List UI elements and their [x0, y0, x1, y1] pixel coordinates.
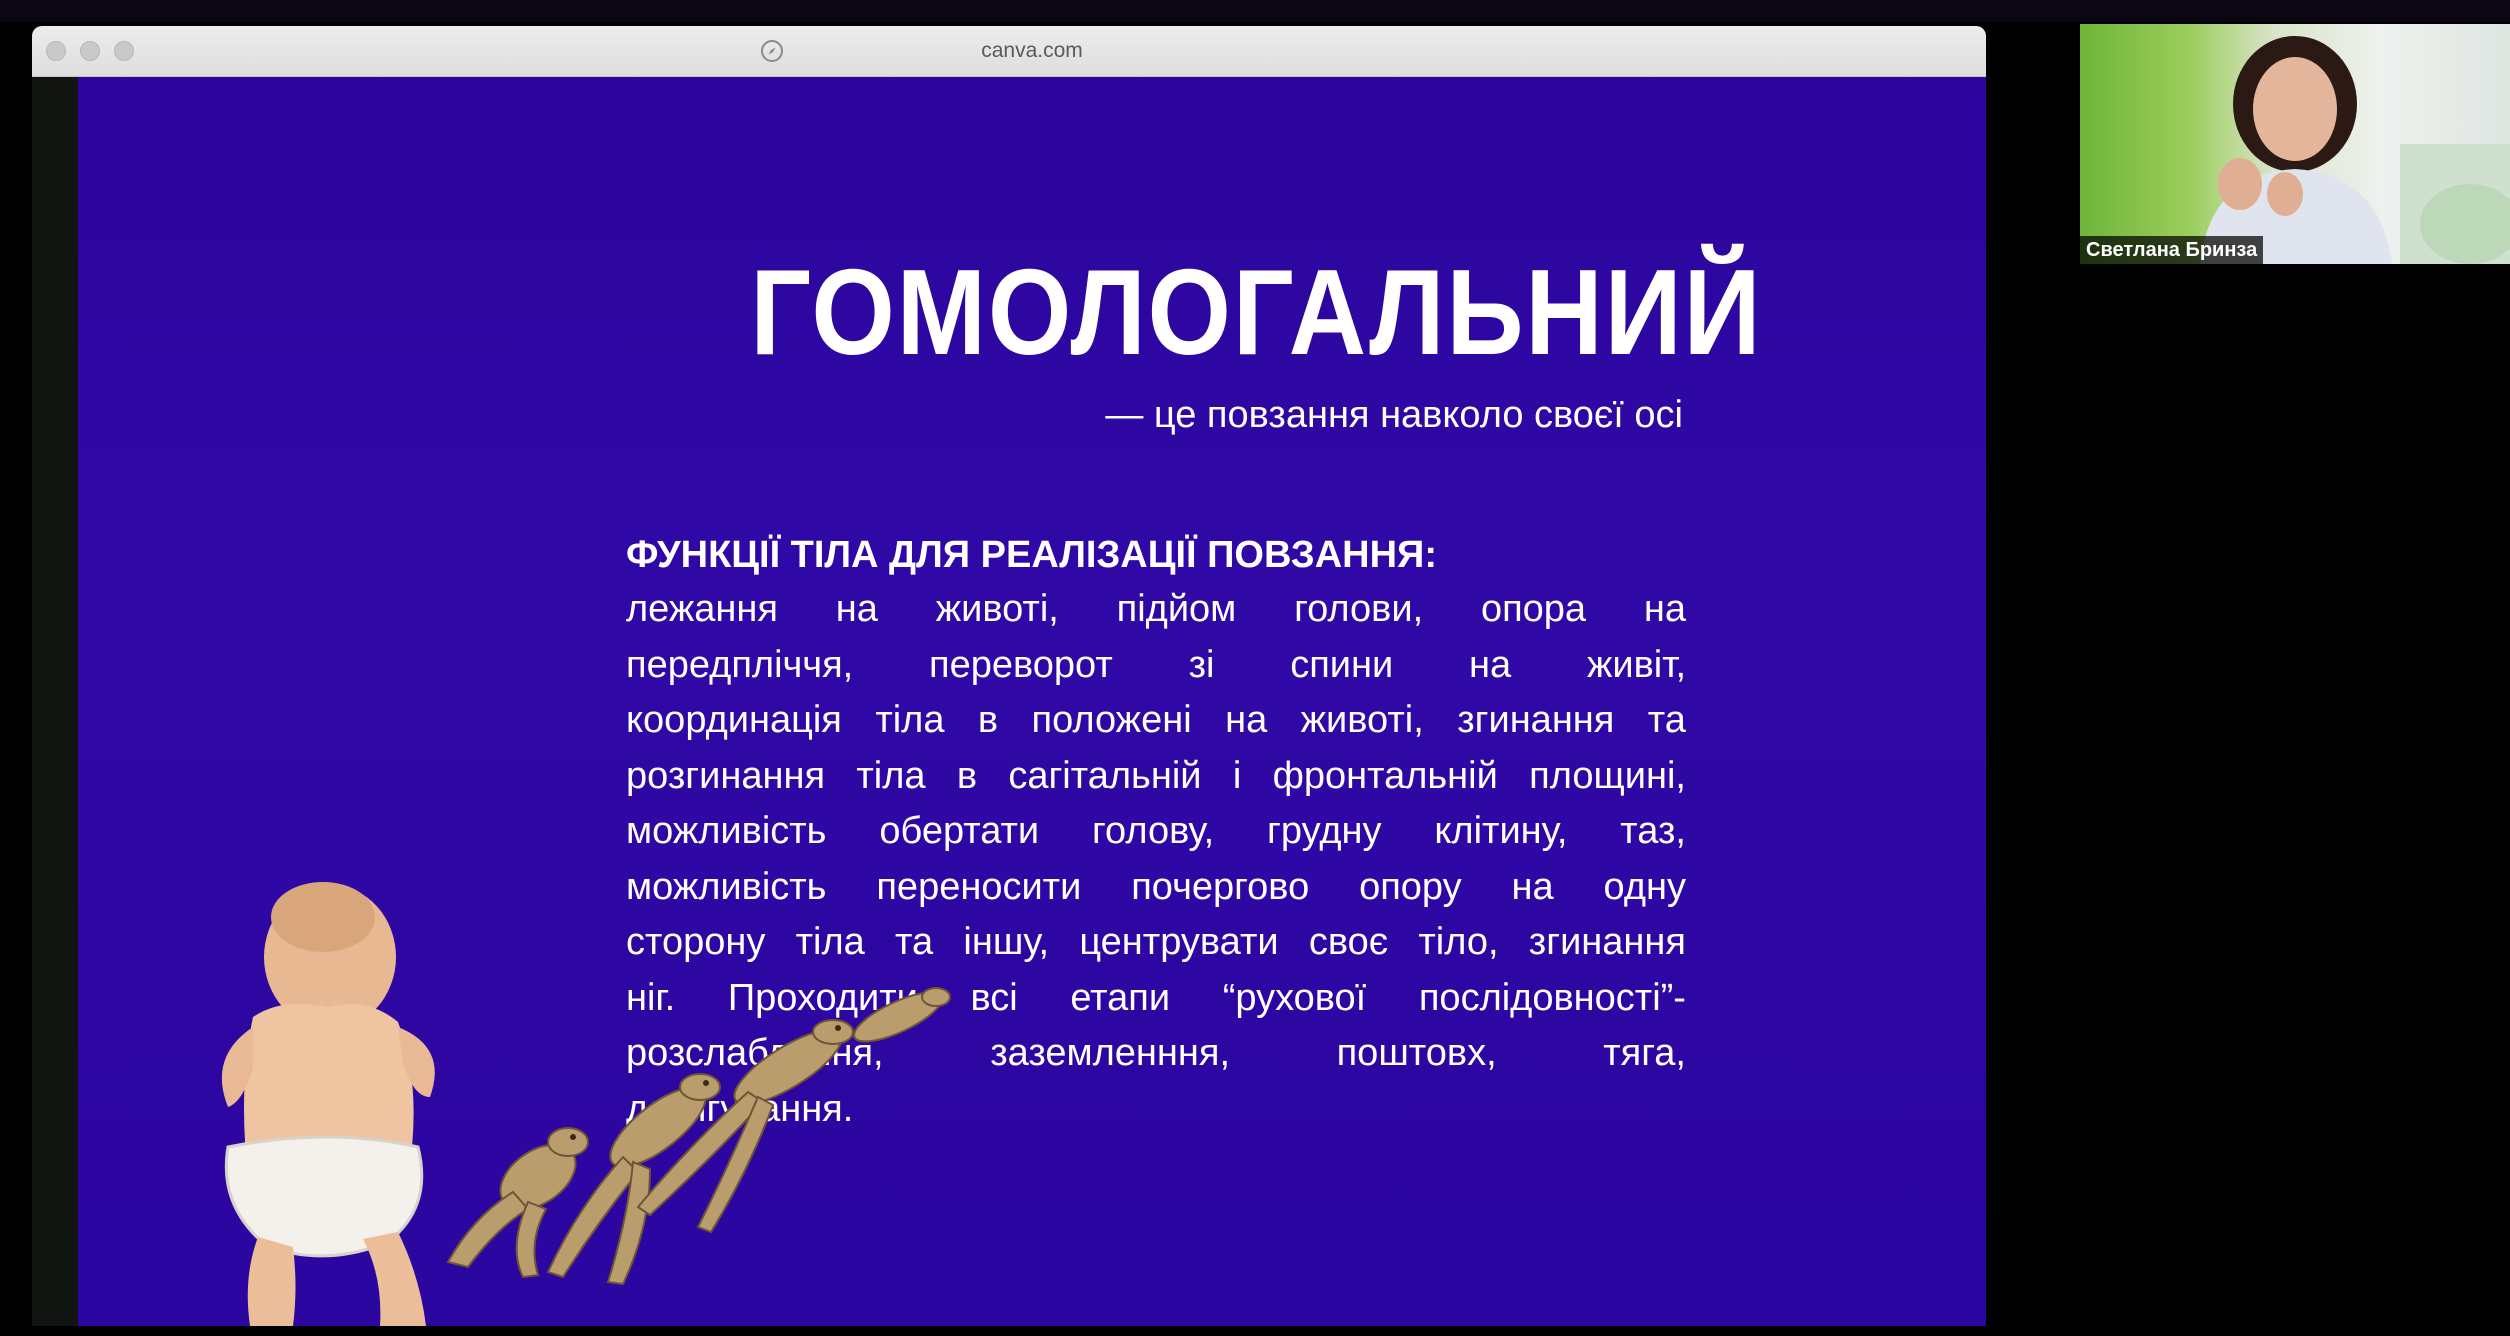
body-text-word: тіло, [1418, 921, 1499, 963]
body-text-line: можливість обертати голову, грудну клітину, т… [626, 804, 1686, 860]
body-text-word: животі, [935, 588, 1059, 630]
body-text-line: можливість переносити почергово опору на одну [626, 860, 1686, 916]
body-text-word: живіт, [1586, 643, 1686, 686]
body-text-word: на [1511, 865, 1554, 908]
body-text-word: згинання [1457, 699, 1615, 741]
body-text-word: на [1469, 643, 1512, 686]
body-text-word: та [895, 921, 934, 963]
body-text-word: на [1643, 588, 1686, 630]
body-text-word: опору [1359, 865, 1462, 908]
body-text-word: почергово [1131, 865, 1310, 908]
body-text-word: фронтальній [1272, 754, 1498, 797]
slide-title: ГОМОЛОГАЛЬНИЙ [750, 244, 1763, 380]
body-text-word: обертати [879, 810, 1040, 852]
body-text-word: клітину, [1434, 810, 1568, 852]
body-text-word: в [956, 754, 977, 797]
body-text-word: спини [1290, 643, 1394, 686]
body-text-word: можливість [626, 865, 827, 908]
body-text-word: на [1225, 699, 1268, 741]
body-text-line: передпліччя, переворот зі спини на живіт, [626, 638, 1686, 694]
body-text-word: животі, [1300, 699, 1424, 741]
slide-heading: ФУНКЦІЇ ТІЛА ДЛЯ РЕАЛІЗАЦІЇ ПОВЗАННЯ: [626, 534, 1437, 576]
body-text-word: поштовх, [1336, 1032, 1497, 1074]
body-text-word: передпліччя, [626, 643, 854, 686]
body-text-word: своє [1308, 921, 1389, 963]
participant-video-image [2200, 36, 2510, 264]
body-text-word: сагітальній [1008, 754, 1202, 797]
leaping-frogs-image [446, 987, 951, 1286]
baby-illustration [221, 882, 435, 1326]
body-text-word: “рухової [1222, 976, 1367, 1019]
body-text-word: розгинання [626, 754, 826, 797]
body-text-word: центрувати [1079, 921, 1279, 963]
body-text-word: переворот [929, 643, 1113, 686]
participant-video-tile[interactable]: Светлана Бринза [2080, 24, 2510, 264]
body-text-word: положені [1031, 699, 1192, 741]
window-zoom-button[interactable] [114, 41, 134, 61]
presentation-slide: ГОМОЛОГАЛЬНИЙ — це повзання навколо своє… [78, 77, 1986, 1326]
compass-icon [761, 40, 783, 62]
body-text-word: опора [1480, 588, 1587, 630]
body-text-word: тяга, [1603, 1032, 1686, 1074]
body-text-word: послідовності”- [1418, 976, 1686, 1019]
body-text-word: заземленння, [990, 1032, 1231, 1074]
body-text-word: площині, [1529, 754, 1686, 797]
slide-subtitle: — це повзання навколо своєї осі [1105, 394, 1683, 436]
body-text-word: сторону [626, 921, 766, 963]
body-text-word: одну [1603, 865, 1686, 908]
body-text-word: тіла [795, 921, 865, 963]
body-text-word: тіла [856, 754, 926, 797]
body-text-word: на [835, 588, 878, 630]
browser-window: canva.com ГОМОЛОГАЛЬНИЙ — це повзання на… [32, 26, 1986, 1326]
body-text-word: переносити [876, 865, 1082, 908]
body-text-word: згинання [1528, 921, 1686, 963]
body-text-word: грудну [1267, 810, 1382, 852]
body-text-word: етапи [1070, 976, 1171, 1019]
body-text-word: лежання [626, 588, 778, 630]
body-text-word: підйом [1116, 588, 1237, 630]
body-text-word: та [1647, 699, 1686, 741]
body-text-word: можливість [626, 810, 827, 852]
body-text-word: голову, [1092, 810, 1215, 852]
top-strip [0, 0, 2510, 22]
address-bar-url[interactable]: canva.com [932, 38, 1132, 64]
body-text-word: голови, [1294, 588, 1424, 630]
body-text-word: координація [626, 699, 842, 741]
body-text-word: в [977, 699, 999, 741]
body-text-word: зі [1188, 643, 1215, 686]
body-text-word: таз, [1620, 810, 1686, 852]
browser-titlebar: canva.com [32, 26, 1986, 77]
body-text-line: лежання на животі, підйом голови, опора на [626, 582, 1686, 638]
body-text-line: координація тіла в положені на животі, згинанн… [626, 693, 1686, 749]
body-text-word: іншу, [963, 921, 1050, 963]
participant-name-label: Светлана Бринза [2080, 236, 2264, 264]
window-close-button[interactable] [46, 41, 66, 61]
body-text-word: і [1232, 754, 1242, 797]
body-text-word: тіла [875, 699, 945, 741]
window-minimize-button[interactable] [80, 41, 100, 61]
left-edge-strip [32, 77, 78, 1326]
body-text-line: розгинання тіла в сагітальній і фронтальній пл… [626, 749, 1686, 805]
body-text-line: сторону тіла та іншу, центрувати своє тіло, зги… [626, 915, 1686, 971]
